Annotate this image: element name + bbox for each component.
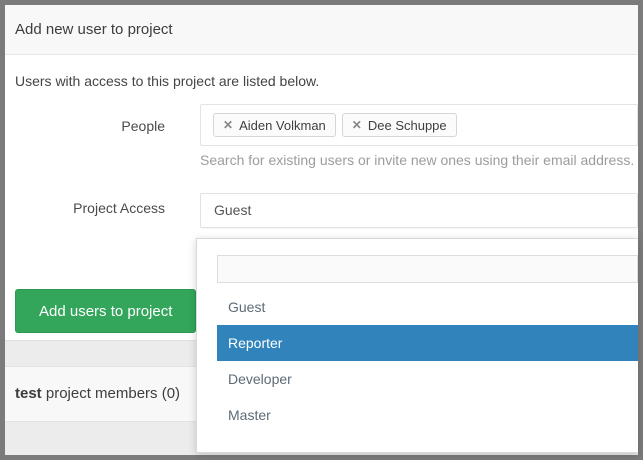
project-access-selected-value: Guest (214, 202, 251, 218)
dropdown-option-developer[interactable]: Developer (217, 361, 638, 397)
user-token: ✕ Dee Schuppe (342, 113, 457, 137)
user-token: ✕ Aiden Volkman (213, 113, 336, 137)
project-name: test (15, 385, 42, 402)
members-heading-rest: project members (0) (42, 385, 180, 402)
project-access-select[interactable]: Guest (200, 193, 638, 228)
dialog-content: Add new user to project Users with acces… (5, 5, 638, 455)
dropdown-options-list: Guest Reporter Developer Master (217, 289, 638, 433)
dropdown-search-input[interactable] (217, 255, 638, 283)
panel-header: Add new user to project (5, 5, 638, 55)
dropdown-option-guest[interactable]: Guest (217, 289, 638, 325)
people-input[interactable]: ✕ Aiden Volkman ✕ Dee Schuppe (200, 104, 638, 146)
project-access-label: Project Access (5, 200, 165, 216)
user-token-name: Dee Schuppe (368, 118, 447, 133)
dropdown-option-reporter[interactable]: Reporter (217, 325, 638, 361)
add-users-button[interactable]: Add users to project (15, 289, 196, 333)
user-token-name: Aiden Volkman (239, 118, 326, 133)
people-label: People (5, 118, 165, 134)
panel-description: Users with access to this project are li… (15, 73, 319, 89)
panel-title: Add new user to project (15, 21, 173, 38)
people-help-text: Search for existing users or invite new … (200, 152, 634, 168)
dropdown-option-master[interactable]: Master (217, 397, 638, 433)
access-level-dropdown: Guest Reporter Developer Master (196, 238, 638, 453)
remove-token-icon[interactable]: ✕ (352, 118, 362, 132)
remove-token-icon[interactable]: ✕ (223, 118, 233, 132)
add-user-dialog: Add new user to project Users with acces… (0, 0, 643, 460)
